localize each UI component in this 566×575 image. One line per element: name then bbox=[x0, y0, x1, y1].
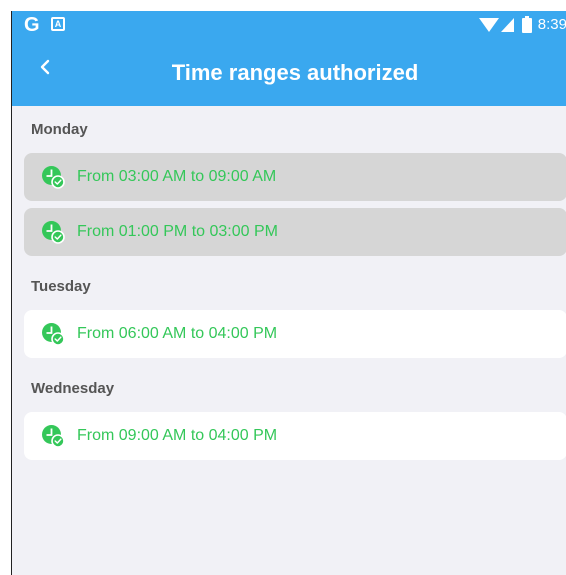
page-title: Time ranges authorized bbox=[171, 60, 419, 85]
range-label: From 06:00 AM to 04:00 PM bbox=[77, 325, 278, 342]
google-icon: G bbox=[24, 14, 40, 36]
clock-check-icon bbox=[42, 425, 65, 448]
range-item[interactable]: From 01:00 PM to 03:00 PM bbox=[24, 208, 566, 256]
status-indicators: 8:39 bbox=[478, 15, 566, 35]
range-item[interactable]: From 09:00 AM to 04:00 PM bbox=[24, 412, 566, 460]
range-label: From 09:00 AM to 04:00 PM bbox=[77, 427, 278, 444]
signal-icon bbox=[500, 18, 514, 32]
clock-check-icon bbox=[42, 166, 65, 189]
range-item[interactable]: From 03:00 AM to 09:00 AM bbox=[24, 153, 566, 201]
day-header-monday: Monday bbox=[31, 121, 88, 138]
battery-icon bbox=[521, 15, 532, 33]
clock-check-icon bbox=[42, 323, 65, 346]
status-time: 8:39 bbox=[537, 16, 566, 33]
wifi-icon bbox=[478, 18, 499, 32]
app-bar: G A 8:39 Time ranges authorized bbox=[12, 11, 566, 106]
range-label: From 01:00 PM to 03:00 PM bbox=[77, 223, 278, 240]
day-header-tuesday: Tuesday bbox=[31, 278, 91, 295]
range-item[interactable]: From 06:00 AM to 04:00 PM bbox=[24, 310, 566, 358]
clock-check-icon bbox=[42, 221, 65, 244]
notification-a-icon: A bbox=[51, 17, 65, 31]
status-bar: G A 8:39 bbox=[12, 11, 566, 43]
day-header-wednesday: Wednesday bbox=[31, 380, 115, 397]
range-label: From 03:00 AM to 09:00 AM bbox=[77, 168, 277, 185]
app-screen: G A 8:39 Time ranges authorized Monday F… bbox=[11, 11, 566, 575]
